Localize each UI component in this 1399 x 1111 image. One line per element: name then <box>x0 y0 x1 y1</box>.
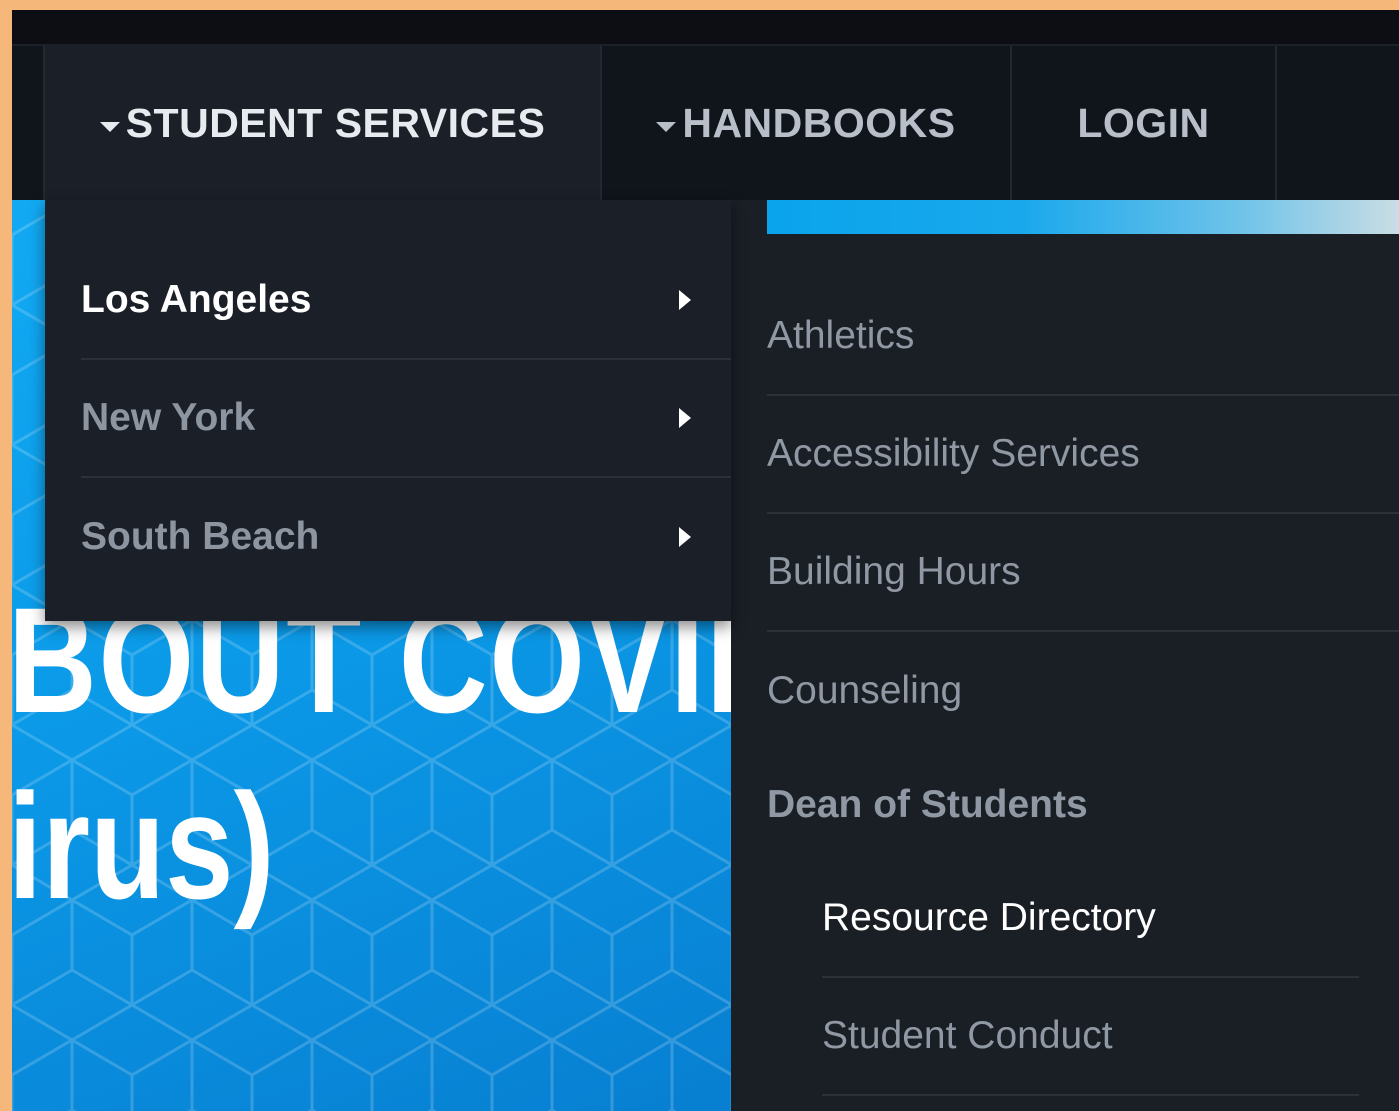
chevron-right-icon <box>679 290 691 310</box>
submenu-item-dean-of-students[interactable]: Dean of Students <box>767 746 1399 864</box>
dropdown-item-los-angeles[interactable]: Los Angeles <box>81 242 731 360</box>
dropdown-item-south-beach[interactable]: South Beach <box>81 478 731 596</box>
dropdown-item-label: Los Angeles <box>81 278 312 321</box>
chevron-down-icon <box>99 122 120 132</box>
chevron-right-icon <box>679 408 691 428</box>
submenu-child-resource-directory[interactable]: Resource Directory <box>822 860 1359 978</box>
dropdown-item-label: South Beach <box>81 515 320 558</box>
nav-handbooks-label: HANDBOOKS <box>682 99 956 146</box>
submenu-item-label: Building Hours <box>767 550 1021 593</box>
main-nav: STUDENT SERVICES HANDBOOKS LOGIN <box>12 46 1399 200</box>
nav-login[interactable]: LOGIN <box>1012 46 1277 200</box>
submenu-item-building-hours[interactable]: Building Hours <box>767 514 1399 632</box>
top-bar <box>12 10 1399 46</box>
submenu-item-label: Counseling <box>767 669 963 712</box>
submenu-item-label: Accessibility Services <box>767 432 1140 475</box>
dropdown-item-label: New York <box>81 396 256 439</box>
submenu-child-label: Student Conduct <box>822 1014 1113 1057</box>
chevron-down-icon <box>656 122 677 132</box>
submenu-child-label: Resource Directory <box>822 896 1156 939</box>
submenu-item-athletics[interactable]: Athletics <box>767 278 1399 396</box>
hero-title-line2: irus) <box>12 762 275 930</box>
submenu-item-label: Athletics <box>767 314 915 357</box>
accent-bar <box>767 200 1399 234</box>
dropdown-item-new-york[interactable]: New York <box>81 360 731 478</box>
submenu-item-counseling[interactable]: Counseling <box>767 632 1399 750</box>
student-services-dropdown: Los Angeles New York South Beach <box>45 200 731 621</box>
nav-student-services[interactable]: STUDENT SERVICES <box>43 46 602 200</box>
nav-handbooks[interactable]: HANDBOOKS <box>602 46 1012 200</box>
browser-viewport: STUDENT SERVICES HANDBOOKS LOGIN BOUT CO… <box>12 10 1399 1111</box>
nav-student-services-label: STUDENT SERVICES <box>125 99 546 146</box>
submenu-panel: Athletics Accessibility Services Buildin… <box>731 200 1399 1111</box>
submenu-item-label: Dean of Students <box>767 783 1088 826</box>
nav-login-label: LOGIN <box>1077 99 1210 146</box>
submenu-child-student-conduct[interactable]: Student Conduct <box>822 978 1359 1096</box>
chevron-right-icon <box>679 527 691 547</box>
submenu-item-accessibility-services[interactable]: Accessibility Services <box>767 396 1399 514</box>
